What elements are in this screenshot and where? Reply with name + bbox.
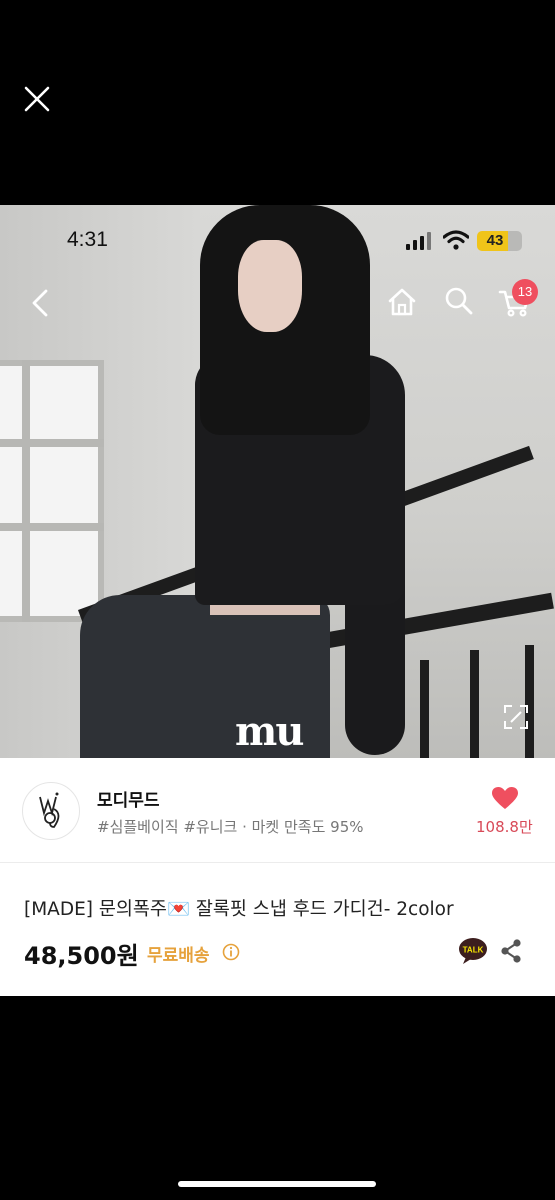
close-button[interactable] xyxy=(22,84,52,114)
signal-icon xyxy=(405,232,433,254)
battery-indicator: 43 xyxy=(477,231,522,251)
photo-window-frame xyxy=(22,360,30,622)
shop-logo[interactable] xyxy=(22,782,80,840)
battery-empty-portion xyxy=(508,231,522,251)
wifi-icon xyxy=(442,230,470,254)
photo-window xyxy=(0,360,104,622)
share-icon xyxy=(501,939,521,963)
home-button[interactable] xyxy=(386,286,418,318)
share-button[interactable] xyxy=(499,938,523,964)
kakao-talk-icon: TALK xyxy=(459,938,487,964)
back-button[interactable] xyxy=(28,288,54,318)
photo-baluster xyxy=(420,660,429,758)
battery-level: 43 xyxy=(486,232,504,249)
brand-watermark: mu xyxy=(235,708,304,755)
close-icon xyxy=(24,86,50,112)
heart-icon xyxy=(492,787,518,809)
photo-baluster xyxy=(470,650,479,758)
shop-name[interactable]: 모디무드 xyxy=(97,786,160,811)
free-shipping-label: 무료배송 xyxy=(147,946,210,966)
shop-tags: #심플베이직 #유니크 · 마켓 만족도 95% xyxy=(97,818,364,836)
search-button[interactable] xyxy=(444,286,474,316)
status-time: 4:31 xyxy=(67,228,108,251)
divider xyxy=(0,862,555,863)
home-indicator xyxy=(178,1181,376,1187)
info-icon[interactable] xyxy=(222,943,240,961)
photo-window-frame xyxy=(0,439,104,447)
product-price: 48,500원 xyxy=(24,942,139,970)
expand-icon xyxy=(504,705,528,729)
home-icon xyxy=(388,288,416,316)
product-title: [MADE] 문의폭주💌 잘록핏 스냅 후드 가디건- 2color xyxy=(24,899,454,920)
search-icon xyxy=(445,287,473,315)
expand-image-button[interactable] xyxy=(503,704,529,730)
like-button[interactable] xyxy=(491,786,519,810)
photo-window-frame xyxy=(0,523,104,531)
kakao-talk-button[interactable]: TALK xyxy=(458,937,488,965)
svg-text:TALK: TALK xyxy=(463,946,484,955)
like-count: 108.8만 xyxy=(476,818,533,836)
shop-logo-mark xyxy=(39,792,60,828)
photo-model-face xyxy=(238,240,302,332)
cart-count-badge: 13 xyxy=(512,279,538,305)
chevron-left-icon xyxy=(32,289,48,317)
photo-baluster xyxy=(525,645,534,758)
